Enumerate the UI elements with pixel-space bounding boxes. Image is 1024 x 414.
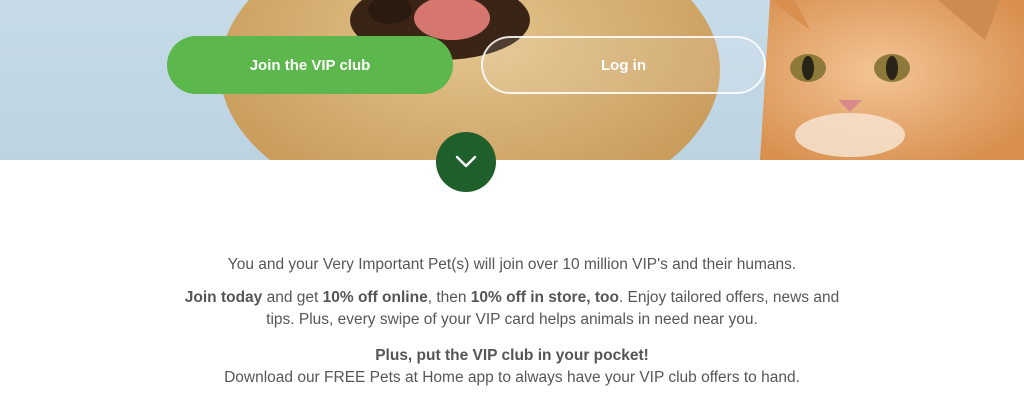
enjoy-text: . Enjoy tailored offers, news and: [618, 289, 840, 306]
then-text: , then: [427, 289, 471, 306]
intro-line: You and your Very Important Pet(s) will …: [227, 256, 797, 273]
store-discount-text: 10% off in store, too: [470, 289, 619, 306]
log-in-button[interactable]: Log in: [481, 36, 766, 94]
app-paragraph: Plus, put the VIP club in your pocket! D…: [0, 345, 1024, 389]
join-vip-club-button[interactable]: Join the VIP club: [167, 36, 453, 94]
join-vip-club-label: Join the VIP club: [249, 56, 371, 74]
chevron-down-icon: [455, 155, 477, 168]
tips-text: tips. Plus, every swipe of your VIP card…: [266, 311, 758, 328]
join-today-text: Join today: [184, 289, 263, 306]
hero-banner: Join the VIP club Log in: [0, 0, 1024, 160]
app-download-text: Download our FREE Pets at Home app to al…: [224, 369, 800, 386]
online-discount-text: 10% off online: [322, 289, 428, 306]
and-get-text: and get: [262, 289, 323, 306]
pocket-title: Plus, put the VIP club in your pocket!: [375, 347, 649, 364]
offer-paragraph: Join today and get 10% off online, then …: [0, 287, 1024, 331]
log-in-label: Log in: [601, 56, 646, 74]
scroll-down-button[interactable]: [436, 132, 496, 192]
